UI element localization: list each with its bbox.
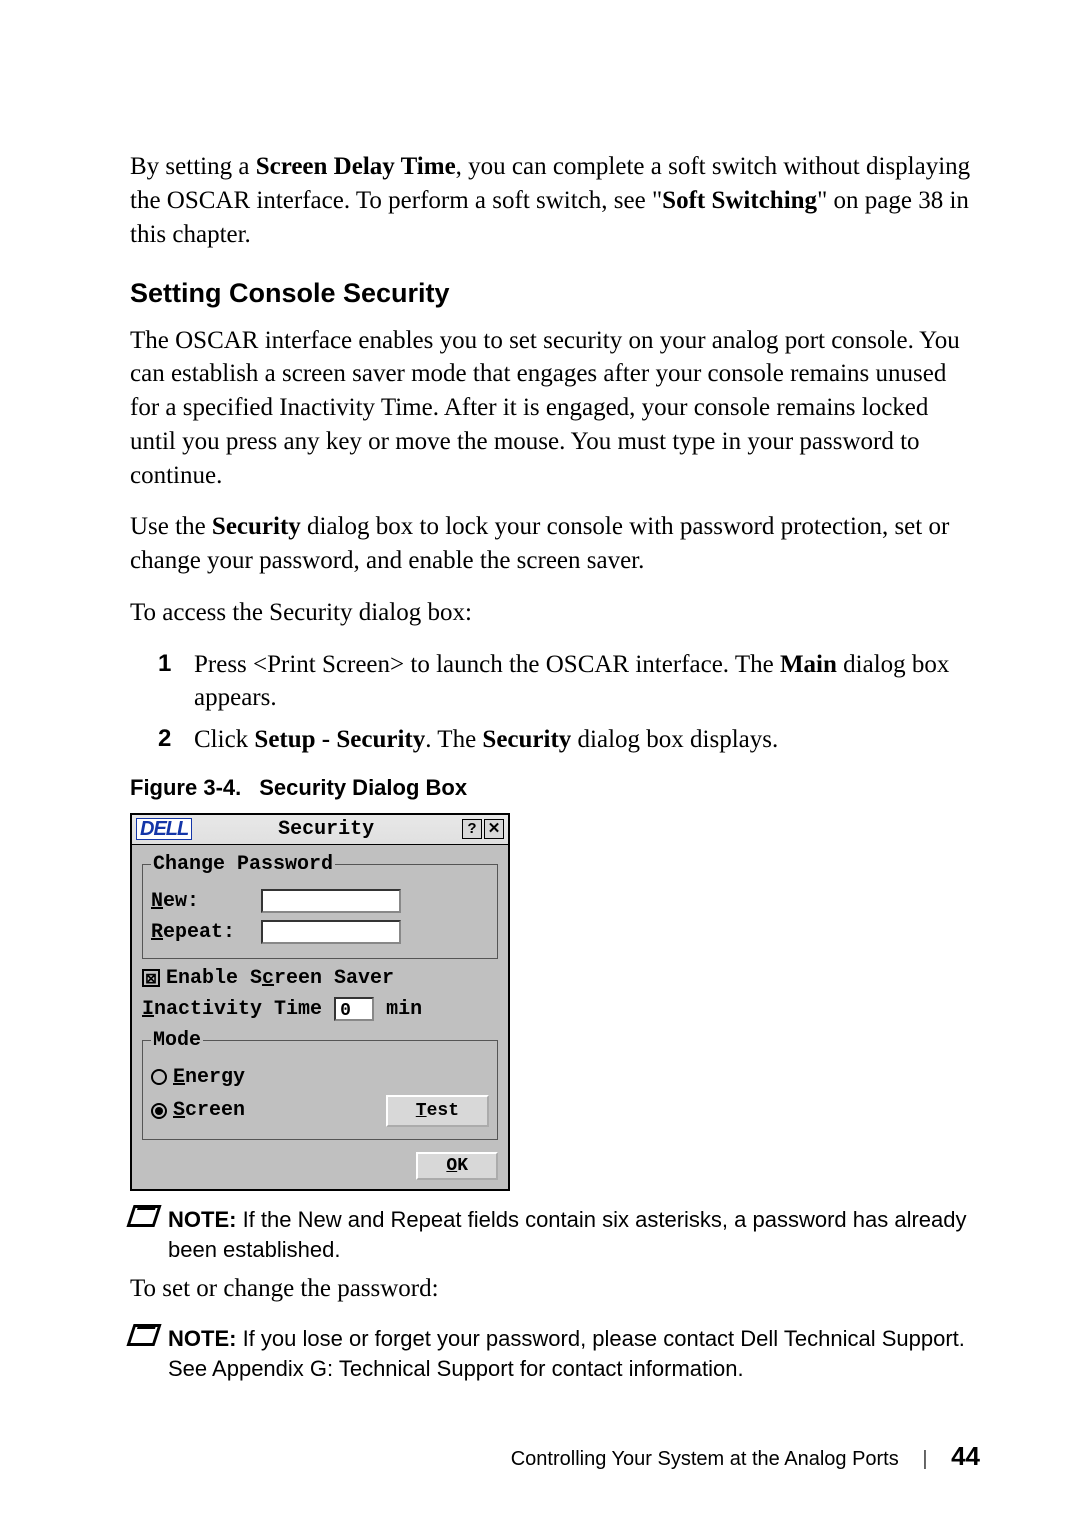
note-label: NOTE: — [168, 1207, 236, 1232]
inactivity-time-input[interactable]: 0 — [334, 997, 374, 1021]
new-password-input[interactable] — [261, 889, 401, 913]
text: dialog box displays. — [571, 726, 778, 753]
text: Press <Print Screen> to launch the OSCAR… — [194, 651, 780, 678]
note-icon — [126, 1205, 161, 1227]
term-setup-security: Setup - Security — [254, 726, 425, 753]
step-2: 2 Click Setup - Security. The Security d… — [164, 723, 980, 757]
text: Click — [194, 726, 254, 753]
new-password-label: New: — [151, 888, 261, 915]
note-2: NOTE: If you lose or forget your passwor… — [130, 1324, 980, 1383]
body-paragraph-3: To access the Security dialog box: — [130, 596, 980, 630]
chapter-title: Controlling Your System at the Analog Po… — [511, 1448, 899, 1470]
text: Use the — [130, 513, 212, 540]
group-legend: Change Password — [151, 851, 335, 878]
text: By setting a — [130, 153, 256, 180]
close-button[interactable]: ✕ — [484, 819, 504, 839]
mode-energy-label: Energy — [173, 1064, 245, 1091]
intro-paragraph: By setting a Screen Delay Time, you can … — [130, 150, 980, 251]
note-icon — [126, 1324, 161, 1346]
note-text: If the New and Repeat fields contain six… — [168, 1207, 967, 1262]
repeat-password-label: Repeat: — [151, 919, 261, 946]
mode-energy-radio[interactable] — [151, 1069, 167, 1085]
mode-screen-row: Screen Test — [151, 1095, 489, 1127]
mode-energy-row[interactable]: Energy — [151, 1064, 489, 1091]
inactivity-time-unit: min — [386, 996, 422, 1023]
section-heading: Setting Console Security — [130, 275, 980, 311]
dialog-titlebar: DELL Security ? ✕ — [132, 815, 508, 845]
body-paragraph-1: The OSCAR interface enables you to set s… — [130, 324, 980, 493]
mode-group: Mode Energy Screen Test — [142, 1027, 498, 1140]
figure-number: Figure 3-4. — [130, 775, 241, 800]
text: . The — [425, 726, 482, 753]
term-security: Security — [482, 726, 571, 753]
note-1: NOTE: If the New and Repeat fields conta… — [130, 1205, 980, 1264]
repeat-password-input[interactable] — [261, 920, 401, 944]
dialog-title: Security — [192, 816, 460, 843]
page-footer: Controlling Your System at the Analog Po… — [130, 1439, 980, 1474]
footer-separator: | — [922, 1448, 927, 1470]
enable-screen-saver-row[interactable]: ⊠ Enable Screen Saver — [142, 965, 498, 992]
change-password-group: Change Password New: Repeat: — [142, 851, 498, 959]
test-button[interactable]: Test — [386, 1095, 489, 1127]
step-1: 1 Press <Print Screen> to launch the OSC… — [164, 648, 980, 716]
term-security: Security — [212, 513, 301, 540]
page-number: 44 — [951, 1441, 980, 1471]
between-notes-paragraph: To set or change the password: — [130, 1272, 980, 1306]
enable-screen-saver-label: Enable Screen Saver — [166, 965, 394, 992]
mode-legend: Mode — [151, 1027, 203, 1054]
term-main: Main — [780, 651, 837, 678]
mode-screen-radio[interactable] — [151, 1103, 167, 1119]
ok-button[interactable]: OK — [416, 1152, 498, 1180]
body-paragraph-2: Use the Security dialog box to lock your… — [130, 510, 980, 578]
help-button[interactable]: ? — [462, 819, 482, 839]
inactivity-time-row: Inactivity Time 0 min — [142, 996, 498, 1023]
figure-title: Security Dialog Box — [259, 775, 467, 800]
enable-screen-saver-checkbox[interactable]: ⊠ — [142, 969, 160, 987]
security-dialog: DELL Security ? ✕ Change Password New: R… — [130, 813, 510, 1191]
steps-list: 1 Press <Print Screen> to launch the OSC… — [130, 648, 980, 757]
inactivity-time-label: Inactivity Time — [142, 996, 322, 1023]
note-text: If you lose or forget your password, ple… — [168, 1326, 965, 1381]
note-label: NOTE: — [168, 1326, 236, 1351]
step-number: 1 — [158, 648, 171, 680]
term-screen-delay-time: Screen Delay Time — [256, 153, 456, 180]
dell-logo: DELL — [136, 818, 192, 840]
link-soft-switching: Soft Switching — [662, 187, 817, 214]
mode-screen-option[interactable]: Screen — [151, 1097, 245, 1124]
figure-caption: Figure 3-4. Security Dialog Box — [130, 773, 980, 803]
mode-screen-label: Screen — [173, 1097, 245, 1124]
step-number: 2 — [158, 723, 171, 755]
